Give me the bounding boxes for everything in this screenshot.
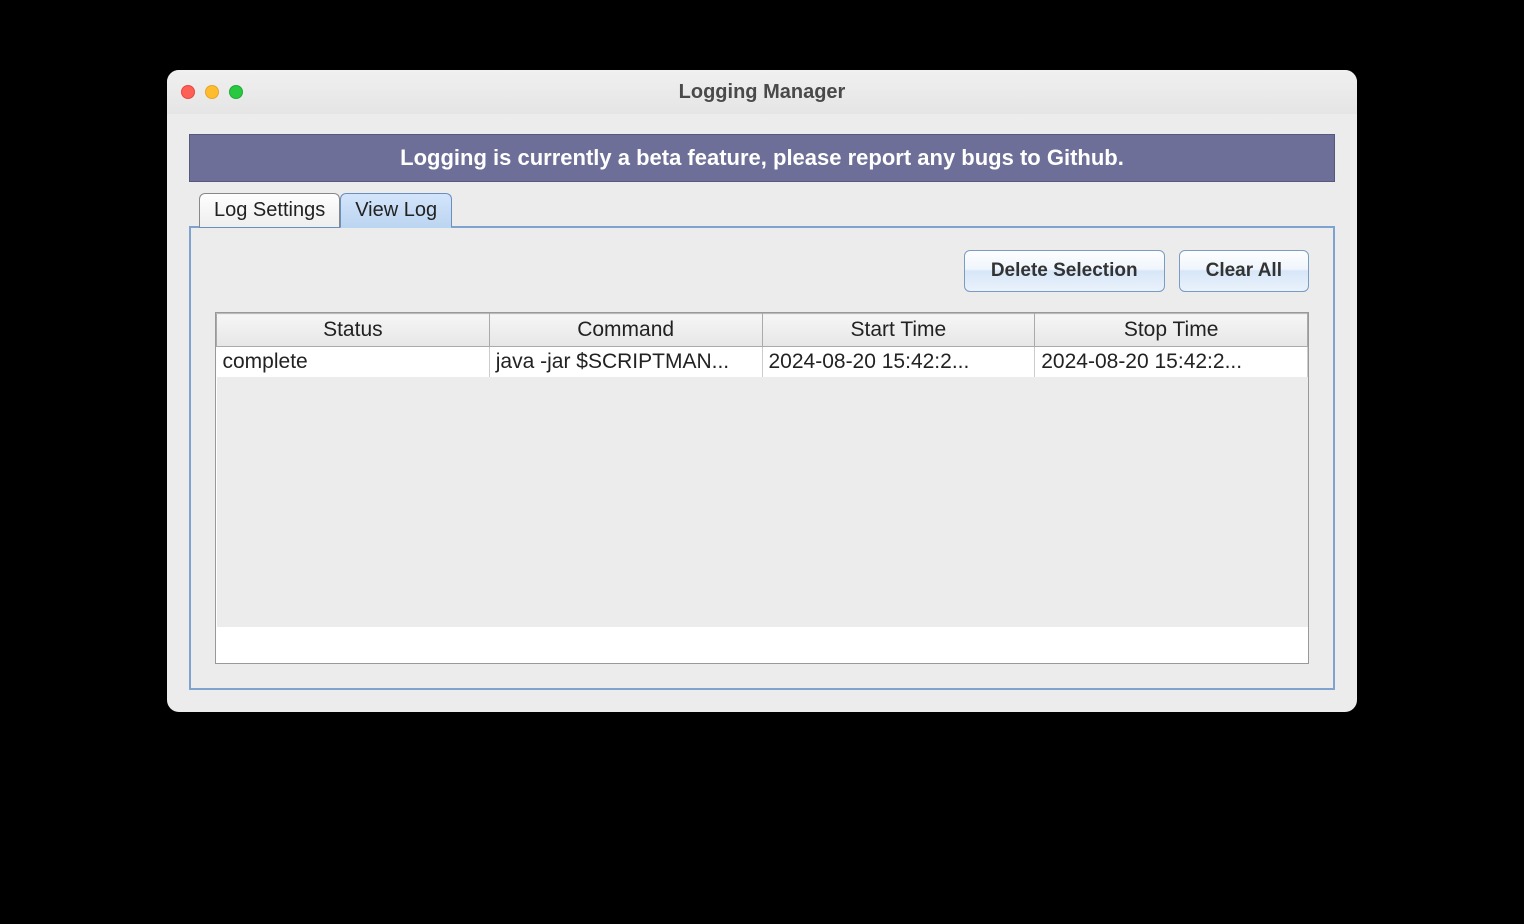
titlebar: Logging Manager xyxy=(167,70,1357,114)
cell-status: complete xyxy=(217,347,490,377)
col-header-command[interactable]: Command xyxy=(489,314,762,347)
tab-view-log[interactable]: View Log xyxy=(340,193,452,228)
tab-panel-view-log: Delete Selection Clear All Sta xyxy=(189,226,1335,690)
log-table-container: Status Command Start Time Stop Time comp… xyxy=(215,312,1309,664)
cell-stop-time: 2024-08-20 15:42:2... xyxy=(1035,347,1308,377)
maximize-icon[interactable] xyxy=(229,85,243,99)
cell-start-time: 2024-08-20 15:42:2... xyxy=(762,347,1035,377)
table-empty-area xyxy=(217,377,1308,627)
tab-log-settings[interactable]: Log Settings xyxy=(199,193,340,228)
delete-selection-button[interactable]: Delete Selection xyxy=(964,250,1165,292)
table-row[interactable]: complete java -jar $SCRIPTMAN... 2024-08… xyxy=(217,347,1308,377)
tab-container: Log Settings View Log Delete Selection C… xyxy=(189,192,1335,690)
clear-all-button[interactable]: Clear All xyxy=(1179,250,1309,292)
beta-banner: Logging is currently a beta feature, ple… xyxy=(189,134,1335,182)
cell-command: java -jar $SCRIPTMAN... xyxy=(489,347,762,377)
minimize-icon[interactable] xyxy=(205,85,219,99)
window-content: Logging is currently a beta feature, ple… xyxy=(167,114,1357,712)
col-header-start-time[interactable]: Start Time xyxy=(762,314,1035,347)
traffic-lights xyxy=(181,85,243,99)
button-row: Delete Selection Clear All xyxy=(215,250,1309,292)
log-table: Status Command Start Time Stop Time comp… xyxy=(216,313,1308,627)
col-header-status[interactable]: Status xyxy=(217,314,490,347)
col-header-stop-time[interactable]: Stop Time xyxy=(1035,314,1308,347)
app-window: Logging Manager Logging is currently a b… xyxy=(167,70,1357,712)
table-header-row: Status Command Start Time Stop Time xyxy=(217,314,1308,347)
tab-headers: Log Settings View Log xyxy=(199,192,1335,227)
window-title: Logging Manager xyxy=(167,81,1357,104)
close-icon[interactable] xyxy=(181,85,195,99)
